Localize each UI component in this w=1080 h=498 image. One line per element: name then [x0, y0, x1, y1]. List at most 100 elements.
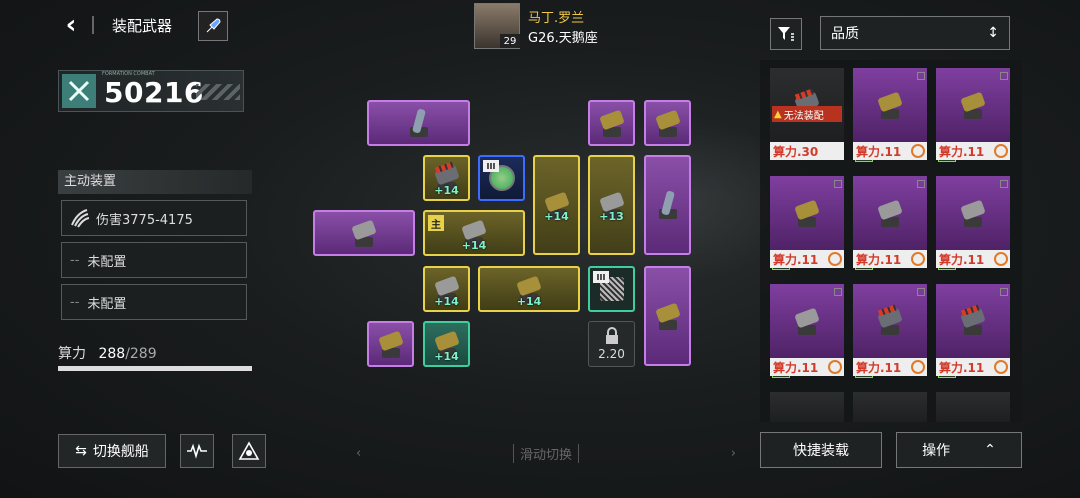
power-stripes-deco — [196, 84, 240, 100]
chevron-up-icon: ⌃ — [984, 442, 996, 458]
select-checkbox[interactable] — [1000, 288, 1008, 296]
inventory-panel[interactable]: ▲ 无法装配 算力.30 算力.11 算力.11 算力.11 算力.11 算力.1… — [760, 60, 1022, 422]
grid-cell-bottom-left[interactable] — [367, 321, 414, 367]
select-checkbox[interactable] — [917, 72, 925, 80]
grid-cell-railgun-top[interactable] — [367, 100, 470, 146]
select-checkbox[interactable] — [1000, 180, 1008, 188]
grid-cell-main[interactable]: 主 +14 — [423, 210, 525, 256]
inventory-item[interactable]: ▲ 无法装配 算力.30 — [770, 68, 844, 164]
triangle-fleet-icon — [238, 441, 260, 460]
cannon-icon — [873, 91, 907, 119]
grid-cell-gold-small[interactable]: +14 — [423, 266, 470, 312]
inventory-item[interactable]: 算力.11 — [936, 68, 1010, 164]
active-slot-2[interactable]: -- 未配置 — [61, 242, 247, 278]
gear-icon — [911, 360, 925, 374]
rocket-icon — [206, 18, 221, 33]
claw-icon — [68, 206, 92, 230]
grid-cell-left-wide[interactable] — [313, 210, 415, 256]
rocket-button[interactable] — [198, 11, 228, 41]
gear-icon — [828, 360, 842, 374]
capacity-bar — [58, 366, 252, 371]
gear-icon — [994, 144, 1008, 158]
switch-ship-button[interactable]: ⇆ 切换舰船 — [58, 434, 166, 468]
boost-label: +14 — [544, 210, 569, 223]
grid-cell-top-right-1[interactable] — [588, 100, 635, 146]
grid-cell-chip[interactable]: III — [588, 266, 635, 312]
boost-label: +14 — [434, 184, 459, 197]
grid-cell-gold-tall-2[interactable]: +13 — [588, 155, 635, 255]
grid-cell-rocket[interactable]: +14 — [423, 155, 470, 201]
inventory-item[interactable]: 算力.11 — [853, 176, 927, 272]
back-button[interactable]: ‹ — [58, 10, 84, 40]
captain-level: 29 — [500, 34, 520, 48]
swipe-left-arrow[interactable]: ‹ — [356, 446, 361, 461]
gear-icon — [911, 144, 925, 158]
active-slot-3[interactable]: -- 未配置 — [61, 284, 247, 320]
item-cost: 算力.30 — [773, 144, 819, 159]
inventory-item[interactable]: 算力.11 — [936, 176, 1010, 272]
operations-label: 操作 — [922, 443, 951, 459]
page-title: 装配武器 — [112, 17, 173, 35]
wave-button[interactable] — [180, 434, 214, 468]
inventory-item[interactable] — [853, 392, 927, 422]
operations-button[interactable]: 操作 ⌃ — [896, 432, 1022, 468]
cannon-icon — [790, 307, 824, 335]
gear-icon — [828, 252, 842, 266]
boost-label: +14 — [434, 350, 459, 363]
cannon-icon — [790, 199, 824, 227]
cannon-icon — [956, 91, 990, 119]
cannon-icon — [873, 199, 907, 227]
filter-button[interactable] — [770, 18, 802, 50]
grid-cell-railgun-right[interactable] — [644, 155, 691, 255]
capacity-label: 算力 — [58, 346, 86, 362]
cannon-icon — [956, 199, 990, 227]
inventory-item[interactable]: 算力.11 — [936, 284, 1010, 380]
sort-label: 品质 — [831, 26, 859, 42]
inventory-item[interactable] — [770, 392, 844, 422]
inventory-item[interactable]: 算力.11 — [853, 284, 927, 380]
cannon-icon — [651, 109, 685, 137]
rocket-launcher-icon — [956, 307, 990, 335]
sort-dropdown[interactable]: 品质 ↕ — [820, 16, 1010, 50]
cannon-icon — [651, 302, 685, 330]
grid-cell-purple-tall[interactable] — [644, 266, 691, 366]
active-slot-1-label: 伤害3775-4175 — [96, 212, 193, 228]
crossed-swords-icon — [62, 74, 96, 108]
item-cost: 算力.11 — [773, 360, 819, 375]
grid-cell-gold-tall-1[interactable]: +14 — [533, 155, 580, 255]
inventory-item[interactable]: 算力.11 — [853, 68, 927, 164]
select-checkbox[interactable] — [917, 180, 925, 188]
quick-load-button[interactable]: 快捷装载 — [760, 432, 882, 468]
power-value: 50216 — [104, 76, 204, 109]
cannot-equip-text: 无法装配 — [783, 110, 824, 122]
grid-cell-gold-wide[interactable]: +14 — [478, 266, 580, 312]
select-checkbox[interactable] — [834, 288, 842, 296]
inventory-item[interactable]: 算力.11 — [770, 176, 844, 272]
grid-cell-locked[interactable]: 2.20 — [588, 321, 635, 367]
railgun-icon — [651, 190, 685, 219]
item-cost: 算力.11 — [939, 252, 985, 267]
active-slot-2-label: 未配置 — [87, 254, 127, 270]
select-checkbox[interactable] — [834, 180, 842, 188]
main-tag: 主 — [428, 215, 444, 231]
select-checkbox[interactable] — [1000, 72, 1008, 80]
gear-icon — [994, 252, 1008, 266]
fleet-button[interactable] — [232, 434, 266, 468]
inventory-item[interactable]: 算力.11 — [770, 284, 844, 380]
grid-cell-top-right-2[interactable] — [644, 100, 691, 146]
gear-icon — [994, 360, 1008, 374]
filter-icon — [778, 27, 794, 41]
item-cost: 算力.11 — [856, 144, 902, 159]
active-slot-1[interactable]: 伤害3775-4175 — [61, 200, 247, 236]
grid-cell-teal[interactable]: +14 — [423, 321, 470, 367]
captain-name: 马丁.罗兰 — [528, 11, 585, 26]
select-checkbox[interactable] — [917, 288, 925, 296]
swipe-right-arrow[interactable]: › — [731, 446, 736, 461]
gear-icon — [911, 252, 925, 266]
grid-cell-module[interactable]: III — [478, 155, 525, 201]
wave-icon — [187, 443, 207, 459]
inventory-item[interactable] — [936, 392, 1010, 422]
boost-label: +13 — [599, 210, 624, 223]
boost-label: +14 — [434, 295, 459, 308]
lock-icon — [605, 327, 618, 344]
